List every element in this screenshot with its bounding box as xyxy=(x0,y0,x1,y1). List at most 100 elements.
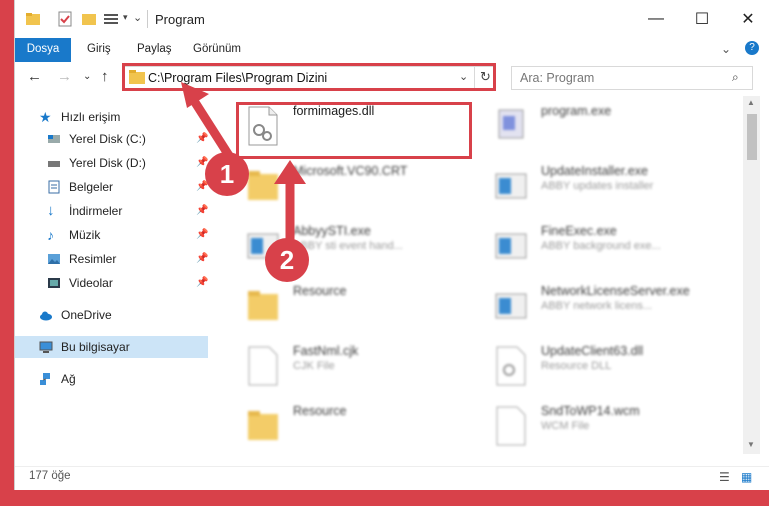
pictures-icon xyxy=(48,254,60,264)
sidebar-item-documents[interactable]: Belgeler 📌 xyxy=(15,176,208,198)
sidebar-item-label: Müzik xyxy=(69,228,101,242)
generic-file-icon xyxy=(248,346,278,386)
scroll-down-icon[interactable]: ▼ xyxy=(747,440,755,449)
file-name: program.exe xyxy=(541,104,612,118)
arrow-icon xyxy=(274,160,306,248)
large-icons-view-icon[interactable]: ▦ xyxy=(741,470,752,484)
file-item-resource[interactable]: Resource xyxy=(237,280,477,338)
pin-icon[interactable]: 📌 xyxy=(196,248,208,270)
status-bar: 177 öğe ☰ ▦ xyxy=(15,466,769,489)
drive-icon xyxy=(48,161,60,167)
file-description: CJK File xyxy=(293,360,335,372)
sidebar-item-this-pc[interactable]: Bu bilgisayar xyxy=(15,336,208,358)
sidebar-item-downloads[interactable]: ↓ İndirmeler 📌 xyxy=(15,200,208,222)
computer-icon xyxy=(39,341,53,353)
search-input[interactable]: Ara: Program xyxy=(520,71,594,85)
expand-ribbon-icon[interactable]: ⌄ xyxy=(721,42,731,56)
scrollbar-thumb[interactable] xyxy=(747,114,757,160)
up-icon[interactable]: ↑ xyxy=(101,68,109,85)
sidebar-item-label: Bu bilgisayar xyxy=(61,340,130,354)
sidebar-item-music[interactable]: ♪ Müzik 📌 xyxy=(15,224,208,246)
exe-file-icon xyxy=(498,109,524,139)
videos-icon xyxy=(48,278,60,288)
sidebar-item-label: Ağ xyxy=(61,372,76,386)
back-icon[interactable]: ← xyxy=(27,68,42,85)
sidebar-item-label: Videolar xyxy=(69,276,113,290)
search-box[interactable]: Ara: Program ⌕ xyxy=(511,66,753,90)
sidebar-item-label: OneDrive xyxy=(61,308,112,322)
sidebar-item-label: Belgeler xyxy=(69,180,114,194)
sidebar-item-label: Yerel Disk (C:) xyxy=(69,132,146,146)
music-icon: ♪ xyxy=(47,227,54,243)
explorer-window: ▾ ⌄ Program — ☐ ✕ Dosya Giriş Paylaş Gör… xyxy=(14,0,769,490)
exe-file-icon xyxy=(495,173,527,199)
file-description: WCM File xyxy=(541,420,590,432)
pin-icon[interactable]: 📌 xyxy=(196,224,208,246)
file-name: UpdateInstaller.exe xyxy=(541,164,649,178)
forward-icon[interactable]: → xyxy=(57,68,72,85)
generic-file-icon xyxy=(496,406,526,446)
folder-icon xyxy=(26,13,40,25)
file-item-sndtowp14-wcm[interactable]: SndToWP14.wcm WCM File xyxy=(485,400,725,456)
recent-locations-icon[interactable]: ⌄ xyxy=(83,71,91,82)
window-title: Program xyxy=(155,12,205,27)
sidebar-item-label: Yerel Disk (D:) xyxy=(69,156,146,170)
sidebar-item-label: Hızlı erişim xyxy=(61,110,121,124)
tab-file[interactable]: Dosya xyxy=(15,38,71,62)
file-description: ABBY updates installer xyxy=(541,180,654,192)
tab-share[interactable]: Paylaş xyxy=(137,38,172,62)
scroll-up-icon[interactable]: ▲ xyxy=(747,98,755,107)
file-item-updateinstaller-exe[interactable]: UpdateInstaller.exe ABBY updates install… xyxy=(485,160,725,218)
toolbar-dropdown-icon[interactable]: ⌄ xyxy=(133,11,142,24)
file-name: FineExec.exe xyxy=(541,224,617,238)
divider xyxy=(147,10,148,28)
file-item-fineexec-exe[interactable]: FineExec.exe ABBY background exe... xyxy=(485,220,725,278)
file-item-updateclient63-dll[interactable]: UpdateClient63.dll Resource DLL xyxy=(485,340,725,398)
exe-file-icon xyxy=(495,293,527,319)
sidebar-item-network[interactable]: Ağ xyxy=(15,368,208,390)
file-name: UpdateClient63.dll xyxy=(541,344,644,358)
file-item-program-exe[interactable]: program.exe xyxy=(485,100,725,158)
file-item-resource-2[interactable]: Resource xyxy=(237,400,477,456)
file-name: FastNml.cjk xyxy=(293,344,359,358)
file-name: Resource xyxy=(293,284,347,298)
dll-file-icon xyxy=(496,346,526,386)
properties-icon[interactable] xyxy=(57,11,73,27)
sidebar-item-label: İndirmeler xyxy=(69,204,123,218)
details-view-icon[interactable]: ☰ xyxy=(719,470,730,484)
tab-home[interactable]: Giriş xyxy=(87,38,111,62)
tab-view[interactable]: Görünüm xyxy=(193,38,241,62)
title-bar: ▾ ⌄ Program — ☐ ✕ xyxy=(15,0,769,38)
sidebar-item-videos[interactable]: Videolar 📌 xyxy=(15,272,208,294)
view-options-icon[interactable] xyxy=(103,11,119,27)
pin-icon[interactable]: 📌 xyxy=(196,200,208,222)
star-icon: ★ xyxy=(39,109,52,125)
file-item-networklicenseserver-exe[interactable]: NetworkLicenseServer.exe ABBY network li… xyxy=(485,280,725,338)
maximize-button[interactable]: ☐ xyxy=(679,0,725,38)
sidebar-item-pictures[interactable]: Resimler 📌 xyxy=(15,248,208,270)
file-highlight xyxy=(236,102,472,159)
sidebar-item-label: Resimler xyxy=(69,252,117,266)
help-icon[interactable]: ? xyxy=(745,41,759,55)
file-description: ABBY sti event hand... xyxy=(293,240,403,252)
vertical-scrollbar[interactable]: ▲ ▼ xyxy=(743,96,760,454)
minimize-button[interactable]: — xyxy=(633,0,679,38)
file-name: SndToWP14.wcm xyxy=(541,404,640,418)
file-name: Microsoft.VC90.CRT xyxy=(293,164,408,178)
file-name: NetworkLicenseServer.exe xyxy=(541,284,690,298)
folder-icon xyxy=(248,411,278,440)
drive-icon xyxy=(48,135,60,143)
exe-file-icon xyxy=(495,233,527,259)
search-icon[interactable]: ⌕ xyxy=(732,70,739,85)
pin-icon[interactable]: 📌 xyxy=(196,272,208,294)
download-icon: ↓ xyxy=(47,202,55,219)
customize-toolbar-icon[interactable]: ▾ xyxy=(123,12,128,23)
close-button[interactable]: ✕ xyxy=(725,0,769,38)
sidebar-item-onedrive[interactable]: OneDrive xyxy=(15,304,208,326)
ribbon-tabs: Dosya Giriş Paylaş Görünüm ⌄ ? xyxy=(15,38,769,63)
file-description: ABBY network licens... xyxy=(541,300,653,312)
new-folder-icon[interactable] xyxy=(81,11,97,27)
file-description: Resource DLL xyxy=(541,360,612,372)
network-icon xyxy=(40,373,50,385)
file-item-fastnml-cjk[interactable]: FastNml.cjk CJK File xyxy=(237,340,477,398)
